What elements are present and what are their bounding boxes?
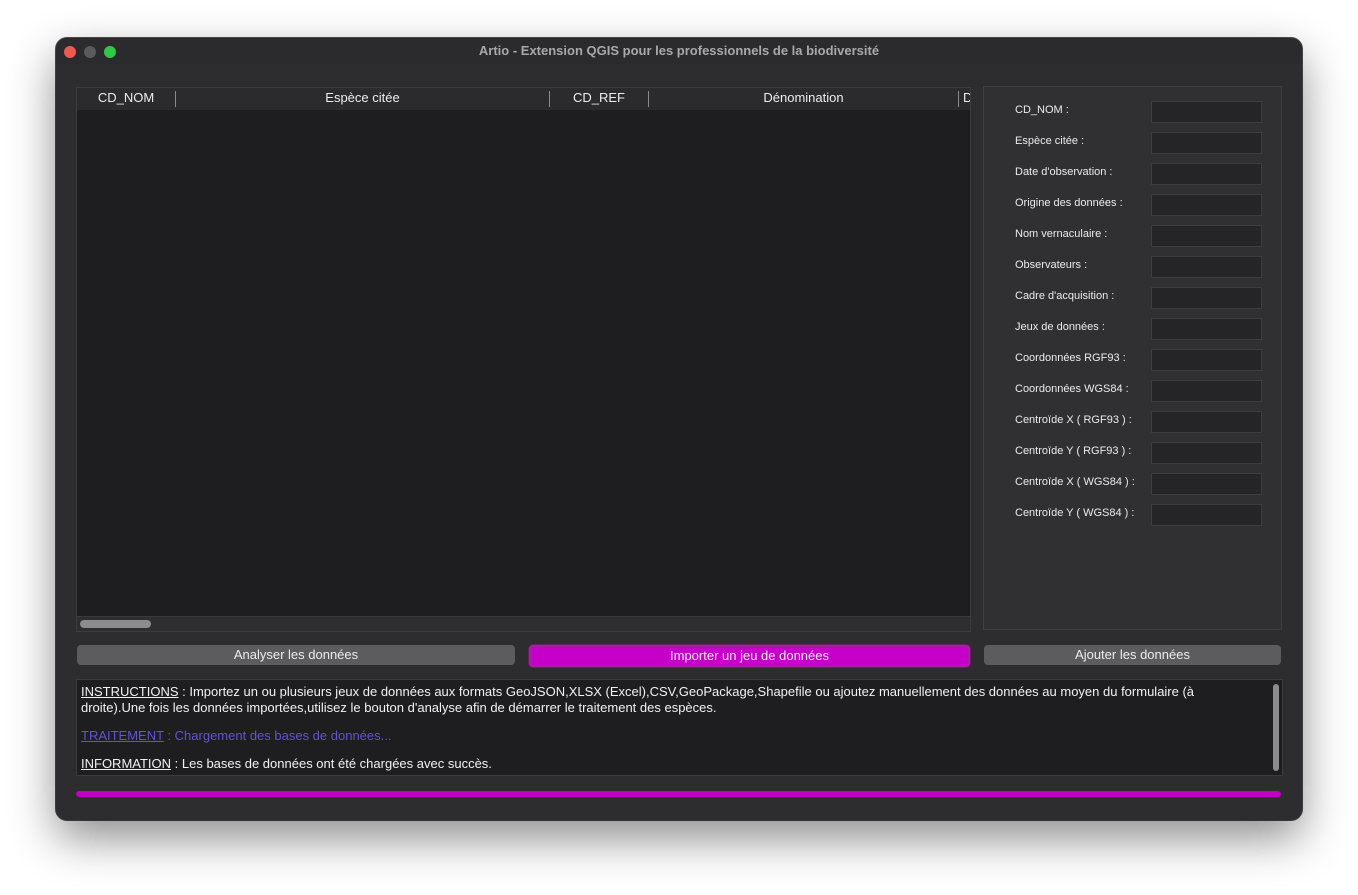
form-row: Centroïde Y ( RGF93 ) : <box>984 442 1281 464</box>
title-bar[interactable]: Artio - Extension QGIS pour les professi… <box>56 38 1302 64</box>
form-label-centroide-y-rgf93: Centroïde Y ( RGF93 ) : <box>1015 445 1132 457</box>
log-instructions-tag: INSTRUCTIONS <box>81 684 179 699</box>
column-header-denomination[interactable]: Dénomination <box>649 88 958 110</box>
centroide-y-rgf93-input[interactable] <box>1151 442 1262 464</box>
form-label-date-observation: Date d'observation : <box>1015 166 1113 178</box>
form-row: Coordonnées RGF93 : <box>984 349 1281 371</box>
form-label-espece-citee: Espèce citée : <box>1015 135 1085 147</box>
form-row: Cadre d'acquisition : <box>984 287 1281 309</box>
main-window: Artio - Extension QGIS pour les professi… <box>56 38 1302 820</box>
column-header-truncated[interactable]: D <box>963 88 970 110</box>
form-label-origine-donnees: Origine des données : <box>1015 197 1123 209</box>
column-header-cd-nom[interactable]: CD_NOM <box>77 88 175 110</box>
centroide-y-wgs84-input[interactable] <box>1151 504 1262 526</box>
log-information-tag: INFORMATION <box>81 756 172 771</box>
form-label-coordonnees-wgs84: Coordonnées WGS84 : <box>1015 383 1129 395</box>
form-label-jeux-donnees: Jeux de données : <box>1015 321 1105 333</box>
form-row: Origine des données : <box>984 194 1281 216</box>
form-label-nom-vernaculaire: Nom vernaculaire : <box>1015 228 1108 240</box>
form-label-observateurs: Observateurs : <box>1015 259 1088 271</box>
results-table[interactable]: CD_NOM Espèce citée CD_REF Dénomination … <box>76 87 971 632</box>
form-label-cadre-acquisition: Cadre d'acquisition : <box>1015 290 1115 302</box>
coordonnees-wgs84-input[interactable] <box>1151 380 1262 402</box>
table-header: CD_NOM Espèce citée CD_REF Dénomination … <box>77 88 970 110</box>
log-text: INSTRUCTIONS : Importez un ou plusieurs … <box>81 684 1261 784</box>
log-instructions: INSTRUCTIONS : Importez un ou plusieurs … <box>81 684 1261 716</box>
nom-vernaculaire-input[interactable] <box>1151 225 1262 247</box>
espece-citee-input[interactable] <box>1151 132 1262 154</box>
cadre-acquisition-input[interactable] <box>1151 287 1262 309</box>
centroide-x-wgs84-input[interactable] <box>1151 473 1262 495</box>
import-dataset-button[interactable]: Importer un jeu de données <box>529 645 970 667</box>
form-label-centroide-x-wgs84: Centroïde X ( WGS84 ) : <box>1015 476 1135 488</box>
progress-bar <box>76 791 1281 797</box>
add-data-button[interactable]: Ajouter les données <box>984 645 1281 665</box>
form-row: Date d'observation : <box>984 163 1281 185</box>
log-output[interactable]: INSTRUCTIONS : Importez un ou plusieurs … <box>76 679 1283 776</box>
vertical-scrollbar-thumb[interactable] <box>1273 684 1279 771</box>
form-label-coordonnees-rgf93: Coordonnées RGF93 : <box>1015 352 1126 364</box>
column-header-cd-ref[interactable]: CD_REF <box>550 88 648 110</box>
horizontal-scrollbar[interactable] <box>77 616 970 631</box>
column-separator[interactable] <box>958 91 959 107</box>
column-header-espece-citee[interactable]: Espèce citée <box>176 88 549 110</box>
horizontal-scrollbar-thumb[interactable] <box>80 620 151 628</box>
form-row: Nom vernaculaire : <box>984 225 1281 247</box>
jeux-donnees-input[interactable] <box>1151 318 1262 340</box>
form-row: Coordonnées WGS84 : <box>984 380 1281 402</box>
log-traitement-text: : Chargement des bases de données... <box>163 728 392 743</box>
centroide-x-rgf93-input[interactable] <box>1151 411 1262 433</box>
log-traitement: TRAITEMENT : Chargement des bases de don… <box>81 728 1261 744</box>
cd-nom-input[interactable] <box>1151 101 1262 123</box>
form-label-centroide-x-rgf93: Centroïde X ( RGF93 ) : <box>1015 414 1132 426</box>
log-traitement-tag: TRAITEMENT <box>81 728 164 743</box>
vertical-scrollbar[interactable] <box>1271 682 1281 773</box>
form-row: Centroïde X ( WGS84 ) : <box>984 473 1281 495</box>
form-row: CD_NOM : <box>984 101 1281 123</box>
form-row: Observateurs : <box>984 256 1281 278</box>
form-row: Espèce citée : <box>984 132 1281 154</box>
window-title: Artio - Extension QGIS pour les professi… <box>478 43 880 58</box>
form-row: Centroïde X ( RGF93 ) : <box>984 411 1281 433</box>
form-label-centroide-y-wgs84: Centroïde Y ( WGS84 ) : <box>1015 507 1135 519</box>
form-row: Centroïde Y ( WGS84 ) : <box>984 504 1281 526</box>
origine-donnees-input[interactable] <box>1151 194 1262 216</box>
analyse-data-button[interactable]: Analyser les données <box>77 645 515 665</box>
form-label-cd-nom: CD_NOM : <box>1015 104 1069 116</box>
log-information-text: : Les bases de données ont été chargées … <box>171 756 492 771</box>
observateurs-input[interactable] <box>1151 256 1262 278</box>
form-row: Jeux de données : <box>984 318 1281 340</box>
coordonnees-rgf93-input[interactable] <box>1151 349 1262 371</box>
log-instructions-text: : Importez un ou plusieurs jeux de donné… <box>81 684 1195 715</box>
date-observation-input[interactable] <box>1151 163 1262 185</box>
data-entry-form: CD_NOM : Espèce citée : Date d'observati… <box>983 86 1282 630</box>
log-information: INFORMATION : Les bases de données ont é… <box>81 756 1261 772</box>
